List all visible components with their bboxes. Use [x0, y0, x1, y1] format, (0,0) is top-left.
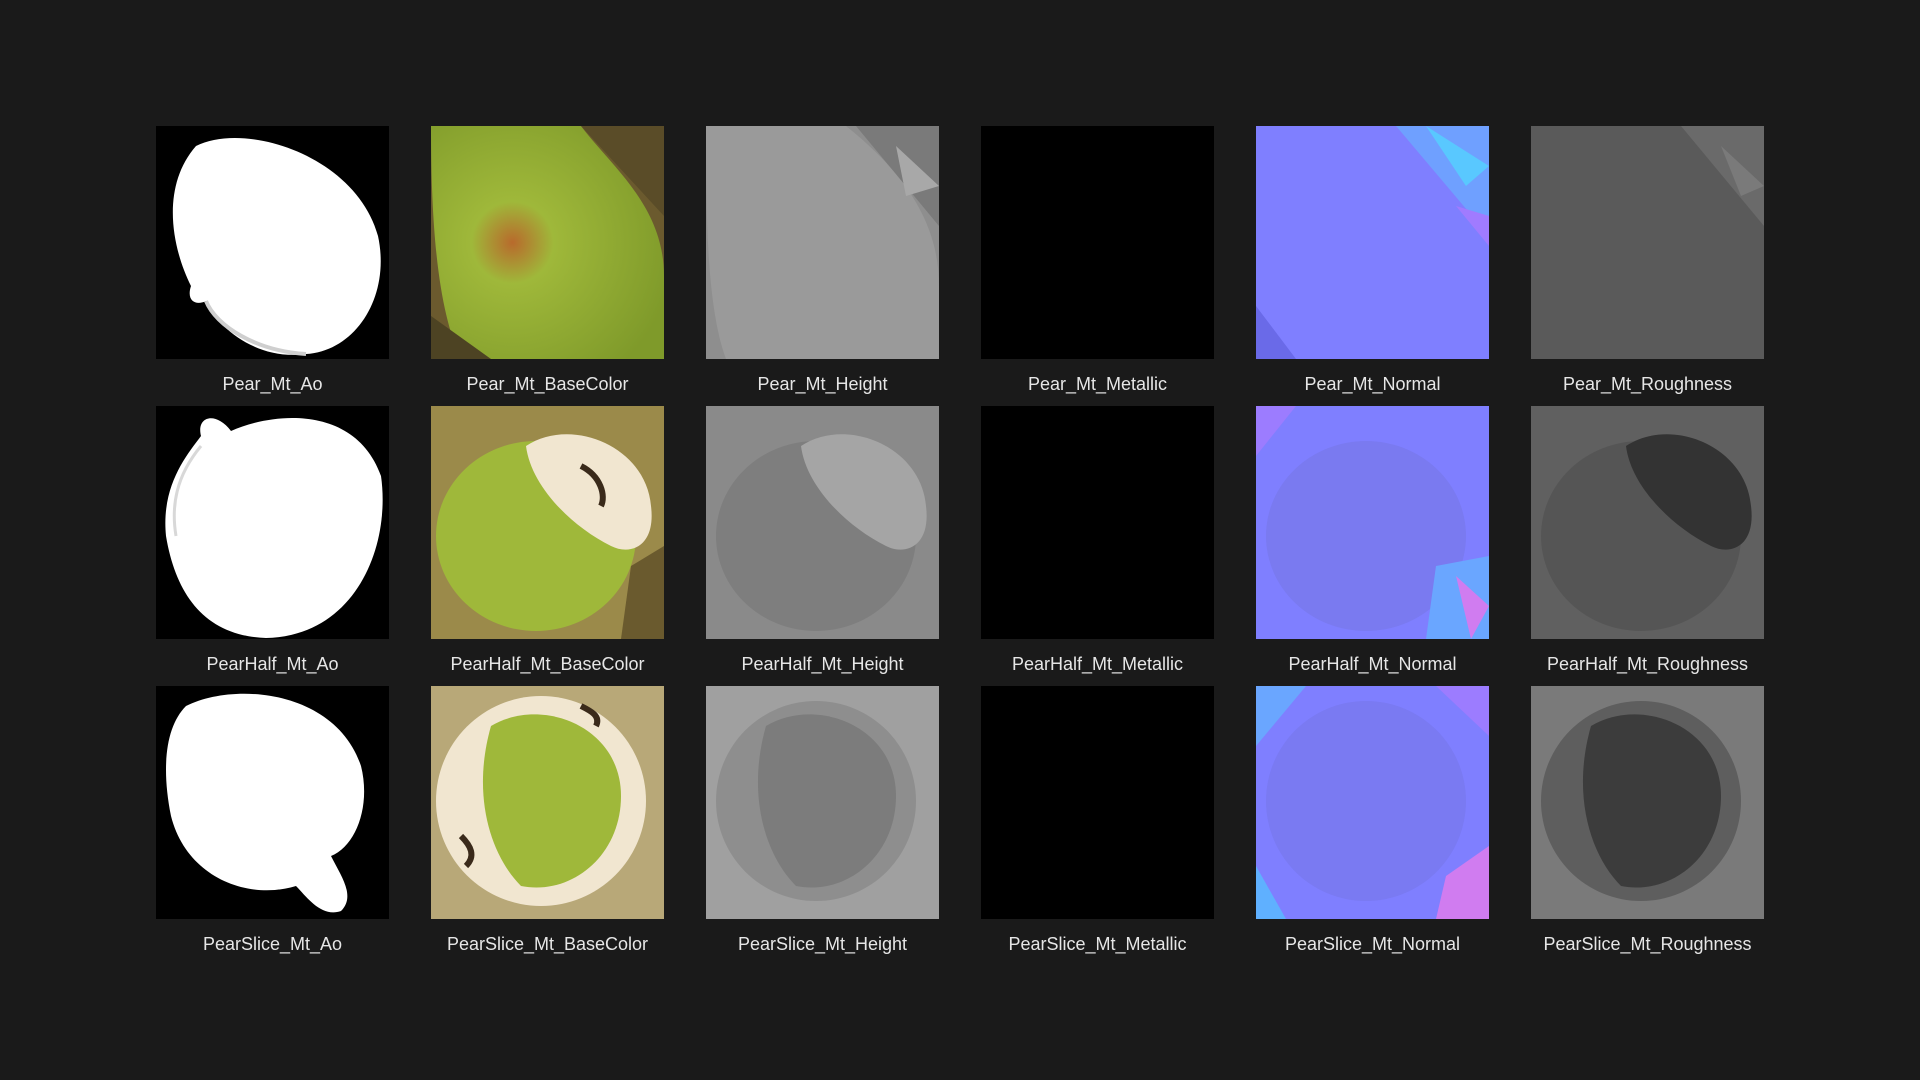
metallic-map-thumbnail [981, 686, 1214, 919]
texture-tile-pearslice-ao[interactable]: PearSlice_Mt_Ao [156, 686, 389, 966]
texture-tile-pearhalf-height[interactable]: PearHalf_Mt_Height [706, 406, 939, 686]
height-map-thumbnail [706, 406, 939, 639]
texture-tile-pear-height[interactable]: Pear_Mt_Height [706, 126, 939, 406]
ao-map-thumbnail [156, 126, 389, 359]
texture-name-label: PearSlice_Mt_BaseColor [446, 934, 649, 954]
height-map-thumbnail [706, 686, 939, 919]
basecolor-map-thumbnail [431, 126, 664, 359]
texture-name-label: Pear_Mt_BaseColor [466, 374, 629, 394]
ao-map-thumbnail [156, 686, 389, 919]
normal-map-thumbnail [1256, 126, 1489, 359]
basecolor-map-thumbnail [431, 686, 664, 919]
texture-name-label: Pear_Mt_Normal [1304, 374, 1441, 394]
normal-map-thumbnail [1256, 686, 1489, 919]
basecolor-map-thumbnail [431, 406, 664, 639]
texture-name-label: PearHalf_Mt_Normal [1288, 654, 1457, 674]
texture-name-label: Pear_Mt_Ao [222, 374, 323, 394]
texture-tile-pearslice-basecolor[interactable]: PearSlice_Mt_BaseColor [431, 686, 664, 966]
texture-name-label: PearHalf_Mt_Height [741, 654, 904, 674]
texture-tile-pearhalf-basecolor[interactable]: PearHalf_Mt_BaseColor [431, 406, 664, 686]
roughness-map-thumbnail [1531, 126, 1764, 359]
texture-name-label: PearHalf_Mt_Ao [206, 654, 339, 674]
texture-tile-pear-basecolor[interactable]: Pear_Mt_BaseColor [431, 126, 664, 406]
texture-tile-pearslice-roughness[interactable]: PearSlice_Mt_Roughness [1531, 686, 1764, 966]
texture-name-label: PearHalf_Mt_BaseColor [450, 654, 645, 674]
texture-tile-pearslice-normal[interactable]: PearSlice_Mt_Normal [1256, 686, 1489, 966]
texture-tile-pearslice-metallic[interactable]: PearSlice_Mt_Metallic [981, 686, 1214, 966]
texture-tile-pearhalf-roughness[interactable]: PearHalf_Mt_Roughness [1531, 406, 1764, 686]
texture-tile-pear-ao[interactable]: Pear_Mt_Ao [156, 126, 389, 406]
ao-map-thumbnail [156, 406, 389, 639]
height-map-thumbnail [706, 126, 939, 359]
texture-name-label: Pear_Mt_Metallic [1027, 374, 1168, 394]
texture-name-label: Pear_Mt_Roughness [1562, 374, 1733, 394]
texture-tile-pearslice-height[interactable]: PearSlice_Mt_Height [706, 686, 939, 966]
texture-name-label: PearSlice_Mt_Height [737, 934, 908, 954]
texture-name-label: PearHalf_Mt_Roughness [1546, 654, 1749, 674]
texture-tile-pear-normal[interactable]: Pear_Mt_Normal [1256, 126, 1489, 406]
metallic-map-thumbnail [981, 406, 1214, 639]
metallic-map-thumbnail [981, 126, 1214, 359]
texture-name-label: PearHalf_Mt_Metallic [1011, 654, 1184, 674]
texture-tile-pear-metallic[interactable]: Pear_Mt_Metallic [981, 126, 1214, 406]
texture-name-label: PearSlice_Mt_Normal [1284, 934, 1461, 954]
texture-name-label: PearSlice_Mt_Roughness [1543, 934, 1752, 954]
texture-grid: Pear_Mt_Ao Pear_Mt_BaseColor Pear_Mt_Hei… [156, 126, 1764, 966]
texture-name-label: PearSlice_Mt_Ao [202, 934, 343, 954]
texture-tile-pearhalf-metallic[interactable]: PearHalf_Mt_Metallic [981, 406, 1214, 686]
normal-map-thumbnail [1256, 406, 1489, 639]
texture-name-label: PearSlice_Mt_Metallic [1008, 934, 1187, 954]
texture-tile-pear-roughness[interactable]: Pear_Mt_Roughness [1531, 126, 1764, 406]
roughness-map-thumbnail [1531, 406, 1764, 639]
texture-tile-pearhalf-normal[interactable]: PearHalf_Mt_Normal [1256, 406, 1489, 686]
texture-name-label: Pear_Mt_Height [757, 374, 888, 394]
roughness-map-thumbnail [1531, 686, 1764, 919]
texture-tile-pearhalf-ao[interactable]: PearHalf_Mt_Ao [156, 406, 389, 686]
